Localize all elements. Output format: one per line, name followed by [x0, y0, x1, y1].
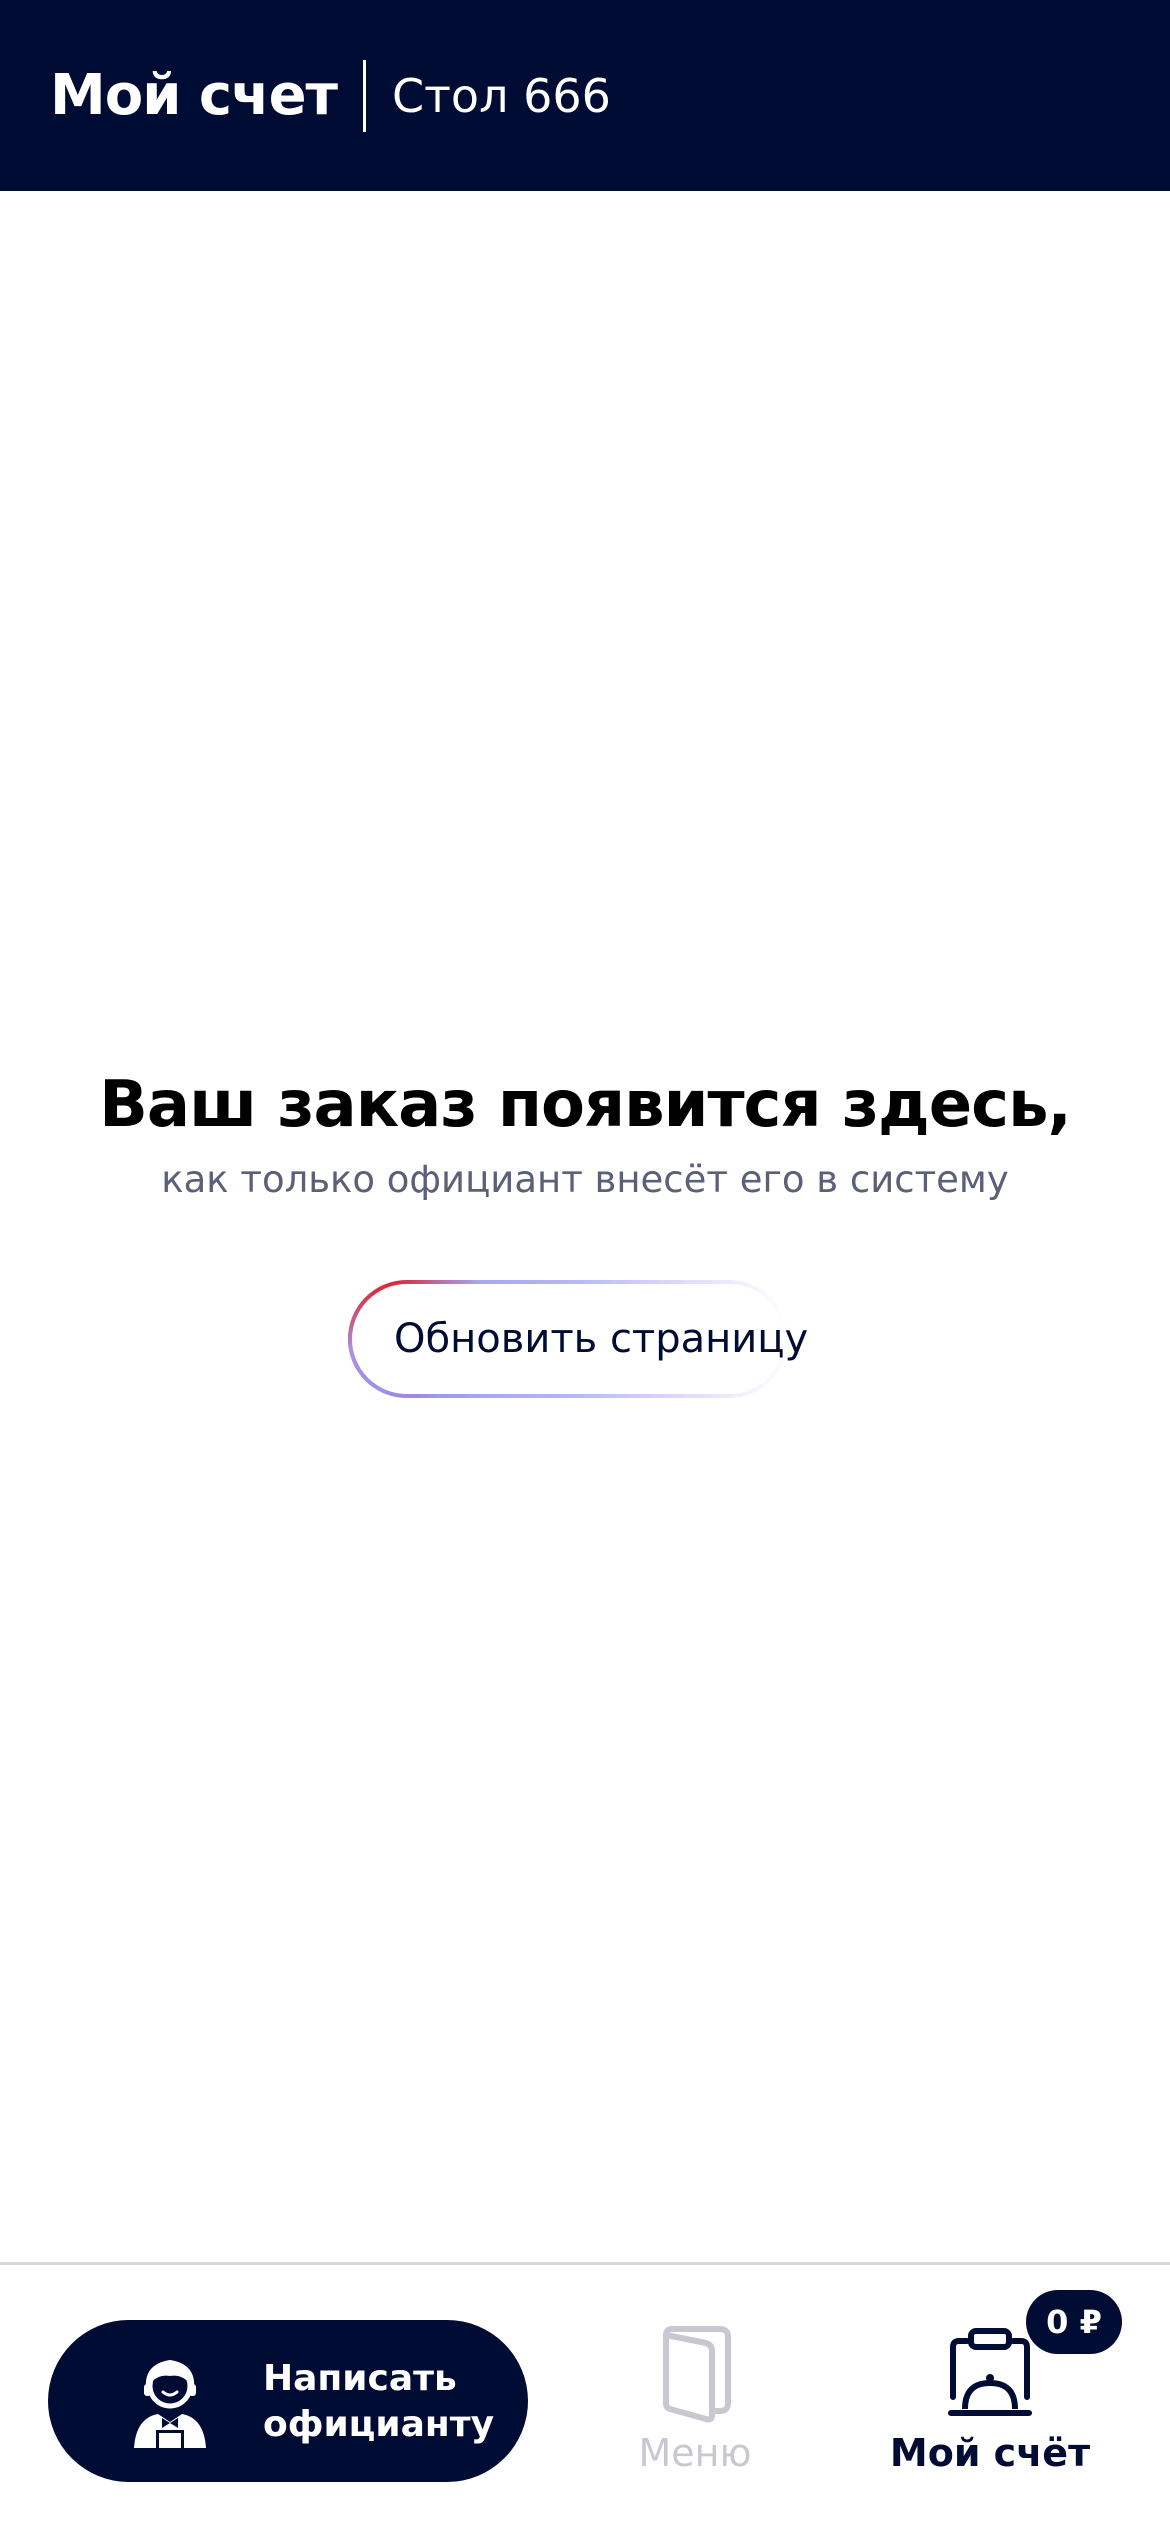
- message-waiter-label: Написать официанту: [263, 2356, 503, 2448]
- waiter-icon: [134, 2359, 206, 2448]
- bill-amount-badge: 0 ₽: [1026, 2290, 1122, 2354]
- page: Мой счет Стол 666 Ваш заказ появится зде…: [0, 0, 1170, 2532]
- app-header: Мой счет Стол 666: [0, 0, 1170, 191]
- nav-label-menu: Меню: [638, 2431, 752, 2475]
- empty-state-title: Ваш заказ появится здесь,: [99, 1068, 1072, 1142]
- cloche-clipboard-icon: [948, 2328, 1032, 2416]
- message-waiter-button[interactable]: Написать официанту: [48, 2320, 528, 2482]
- refresh-page-button[interactable]: Обновить страницу: [348, 1280, 808, 1398]
- message-waiter-label-line1: Написать: [263, 2358, 457, 2399]
- page-title: Мой счет: [50, 63, 338, 128]
- empty-state-subtitle: как только официант внесёт его в систему: [161, 1158, 1009, 1201]
- nav-item-menu[interactable]: Меню: [620, 2325, 770, 2475]
- refresh-page-button-inner[interactable]: Обновить страницу: [352, 1284, 808, 1394]
- bottom-nav-bar: Написать официанту Меню Мой счёт 0 ₽: [0, 2262, 1170, 2532]
- refresh-page-label: Обновить страницу: [394, 1316, 809, 1362]
- nav-label-my-bill: Мой счёт: [889, 2431, 1091, 2475]
- message-waiter-label-line2: официанту: [263, 2404, 495, 2445]
- header-divider: [363, 59, 367, 132]
- table-number: Стол 666: [392, 68, 611, 123]
- menu-book-icon: [663, 2326, 731, 2423]
